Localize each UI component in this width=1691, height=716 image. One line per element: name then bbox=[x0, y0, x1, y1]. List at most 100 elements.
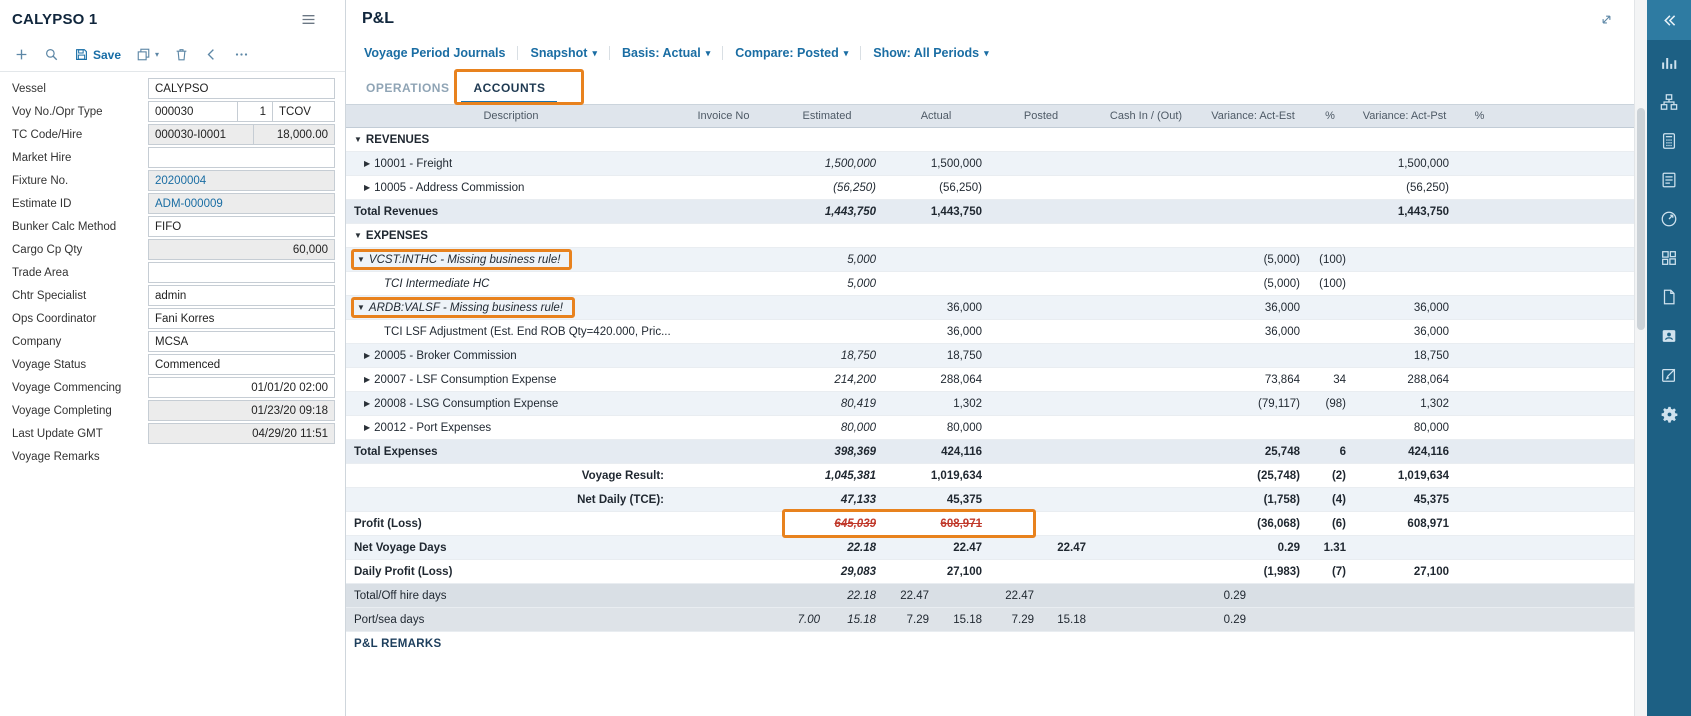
sidebar-chart-button[interactable] bbox=[1647, 48, 1691, 78]
field-input[interactable]: ADM-000009 bbox=[148, 193, 335, 214]
more-button[interactable] bbox=[228, 44, 255, 65]
table-row[interactable]: ▼REVENUES bbox=[346, 128, 1634, 152]
field-input[interactable]: 60,000 bbox=[148, 239, 335, 260]
cell-var_pst: 80,000 bbox=[1353, 416, 1456, 439]
back-button[interactable] bbox=[198, 44, 225, 65]
voyage-period-journals-button[interactable]: Voyage Period Journals bbox=[352, 46, 517, 60]
basis-dropdown[interactable]: Basis: Actual▾ bbox=[609, 46, 722, 60]
cell-posted: 7.2915.18 bbox=[989, 608, 1093, 631]
sidebar-gauge-button[interactable] bbox=[1647, 204, 1691, 234]
scrollbar-thumb[interactable] bbox=[1637, 108, 1645, 330]
collapse-arrow-icon[interactable]: ▼ bbox=[357, 255, 365, 264]
column-header[interactable]: Invoice No bbox=[676, 105, 771, 127]
table-row[interactable]: TCI Intermediate HC5,000(5,000)(100) bbox=[346, 272, 1634, 296]
field-input[interactable]: 000030-I0001 bbox=[148, 124, 254, 145]
cell-cash bbox=[1093, 344, 1199, 367]
table-row[interactable]: Profit (Loss)645,039608,971(36,068)(6)60… bbox=[346, 512, 1634, 536]
table-row[interactable]: TCI LSF Adjustment (Est. End ROB Qty=420… bbox=[346, 320, 1634, 344]
sidebar-contacts-button[interactable] bbox=[1647, 321, 1691, 351]
table-row[interactable]: Total/Off hire days22.1822.4722.470.29 bbox=[346, 584, 1634, 608]
tab-operations[interactable]: OPERATIONS bbox=[354, 73, 461, 104]
column-header[interactable]: Cash In / (Out) bbox=[1093, 105, 1199, 127]
vertical-scrollbar[interactable] bbox=[1634, 0, 1647, 716]
tab-accounts[interactable]: ACCOUNTS bbox=[461, 73, 557, 104]
field-input[interactable] bbox=[148, 147, 335, 168]
table-row[interactable]: Net Voyage Days22.1822.4722.470.291.31 bbox=[346, 536, 1634, 560]
column-header[interactable]: Estimated bbox=[771, 105, 883, 127]
table-row[interactable]: ▼EXPENSES bbox=[346, 224, 1634, 248]
field-input[interactable]: Fani Korres bbox=[148, 308, 335, 329]
column-header[interactable]: % bbox=[1456, 105, 1503, 127]
sidebar-compose-button[interactable] bbox=[1647, 360, 1691, 390]
table-row[interactable]: ▼ARDB:VALSF - Missing business rule!36,0… bbox=[346, 296, 1634, 320]
table-row[interactable]: ▶20012 - Port Expenses80,00080,00080,000 bbox=[346, 416, 1634, 440]
field-input[interactable]: 20200004 bbox=[148, 170, 335, 191]
field-input[interactable] bbox=[148, 446, 335, 467]
field-row: Trade Area bbox=[12, 261, 335, 284]
show-periods-dropdown[interactable]: Show: All Periods▾ bbox=[860, 46, 1000, 60]
field-input[interactable]: CALYPSO bbox=[148, 78, 335, 99]
field-input[interactable]: admin bbox=[148, 285, 335, 306]
table-row[interactable]: Voyage Result:1,045,3811,019,634(25,748)… bbox=[346, 464, 1634, 488]
table-row[interactable]: ▶20008 - LSG Consumption Expense80,4191,… bbox=[346, 392, 1634, 416]
cell-var_est: (5,000) bbox=[1199, 272, 1307, 295]
field-input[interactable]: 000030 bbox=[148, 101, 238, 122]
sidebar-settings-button[interactable] bbox=[1647, 399, 1691, 429]
expand-arrow-icon[interactable]: ▶ bbox=[364, 159, 370, 168]
table-row[interactable]: Total Expenses398,369424,11625,7486424,1… bbox=[346, 440, 1634, 464]
field-input[interactable]: 04/29/20 11:51 bbox=[148, 423, 335, 444]
table-row[interactable]: ▶10001 - Freight1,500,0001,500,0001,500,… bbox=[346, 152, 1634, 176]
sidebar-hierarchy-button[interactable] bbox=[1647, 87, 1691, 117]
compare-dropdown[interactable]: Compare: Posted▾ bbox=[722, 46, 860, 60]
expand-arrow-icon[interactable]: ▶ bbox=[364, 183, 370, 192]
cell-value: 6 bbox=[1340, 446, 1346, 458]
field-input[interactable]: TCOV bbox=[272, 101, 335, 122]
table-row[interactable]: P&L REMARKS bbox=[346, 632, 1634, 656]
search-button[interactable] bbox=[38, 44, 65, 65]
collapse-arrow-icon[interactable]: ▼ bbox=[357, 303, 365, 312]
copy-button[interactable]: ▾ bbox=[130, 44, 165, 65]
save-button[interactable]: Save bbox=[68, 44, 127, 65]
cell-value: (4) bbox=[1332, 494, 1346, 506]
description-text: Total Revenues bbox=[354, 206, 438, 218]
table-row[interactable]: ▶20007 - LSF Consumption Expense214,2002… bbox=[346, 368, 1634, 392]
popout-icon[interactable] bbox=[1599, 12, 1614, 27]
collapse-sidebar-button[interactable] bbox=[1647, 0, 1691, 40]
field-input[interactable]: FIFO bbox=[148, 216, 335, 237]
column-header[interactable]: Actual bbox=[883, 105, 989, 127]
field-input[interactable]: 01/23/20 09:18 bbox=[148, 400, 335, 421]
expand-arrow-icon[interactable]: ▶ bbox=[364, 399, 370, 408]
table-row[interactable]: Daily Profit (Loss)29,08327,100(1,983)(7… bbox=[346, 560, 1634, 584]
collapse-arrow-icon[interactable]: ▼ bbox=[354, 231, 362, 240]
table-row[interactable]: ▶10005 - Address Commission(56,250)(56,2… bbox=[346, 176, 1634, 200]
field-input[interactable]: 18,000.00 bbox=[253, 124, 335, 145]
field-input[interactable]: 01/01/20 02:00 bbox=[148, 377, 335, 398]
sidebar-form-button[interactable] bbox=[1647, 165, 1691, 195]
table-row[interactable]: Total Revenues1,443,7501,443,7501,443,75… bbox=[346, 200, 1634, 224]
column-header[interactable]: Posted bbox=[989, 105, 1093, 127]
expand-arrow-icon[interactable]: ▶ bbox=[364, 423, 370, 432]
cell-estimated bbox=[771, 224, 883, 247]
column-header[interactable]: Description bbox=[346, 105, 676, 127]
table-row[interactable]: ▼VCST:INTHC - Missing business rule!5,00… bbox=[346, 248, 1634, 272]
field-input[interactable]: Commenced bbox=[148, 354, 335, 375]
new-button[interactable] bbox=[8, 44, 35, 65]
field-input[interactable]: MCSA bbox=[148, 331, 335, 352]
column-header[interactable]: % bbox=[1307, 105, 1353, 127]
snapshot-dropdown[interactable]: Snapshot▾ bbox=[517, 46, 608, 60]
table-row[interactable]: ▶20005 - Broker Commission18,75018,75018… bbox=[346, 344, 1634, 368]
table-row[interactable]: Port/sea days7.0015.187.2915.187.2915.18… bbox=[346, 608, 1634, 632]
sidebar-calculator-button[interactable] bbox=[1647, 126, 1691, 156]
column-header[interactable]: Variance: Act-Pst bbox=[1353, 105, 1456, 127]
collapse-arrow-icon[interactable]: ▼ bbox=[354, 135, 362, 144]
hamburger-menu-icon[interactable] bbox=[300, 11, 317, 28]
table-row[interactable]: Net Daily (TCE):47,13345,375(1,758)(4)45… bbox=[346, 488, 1634, 512]
expand-arrow-icon[interactable]: ▶ bbox=[364, 375, 370, 384]
delete-button[interactable] bbox=[168, 44, 195, 65]
column-header[interactable]: Variance: Act-Est bbox=[1199, 105, 1307, 127]
field-input[interactable]: 1 bbox=[237, 101, 273, 122]
sidebar-document-button[interactable] bbox=[1647, 282, 1691, 312]
field-input[interactable] bbox=[148, 262, 335, 283]
sidebar-grid-button[interactable] bbox=[1647, 243, 1691, 273]
expand-arrow-icon[interactable]: ▶ bbox=[364, 351, 370, 360]
